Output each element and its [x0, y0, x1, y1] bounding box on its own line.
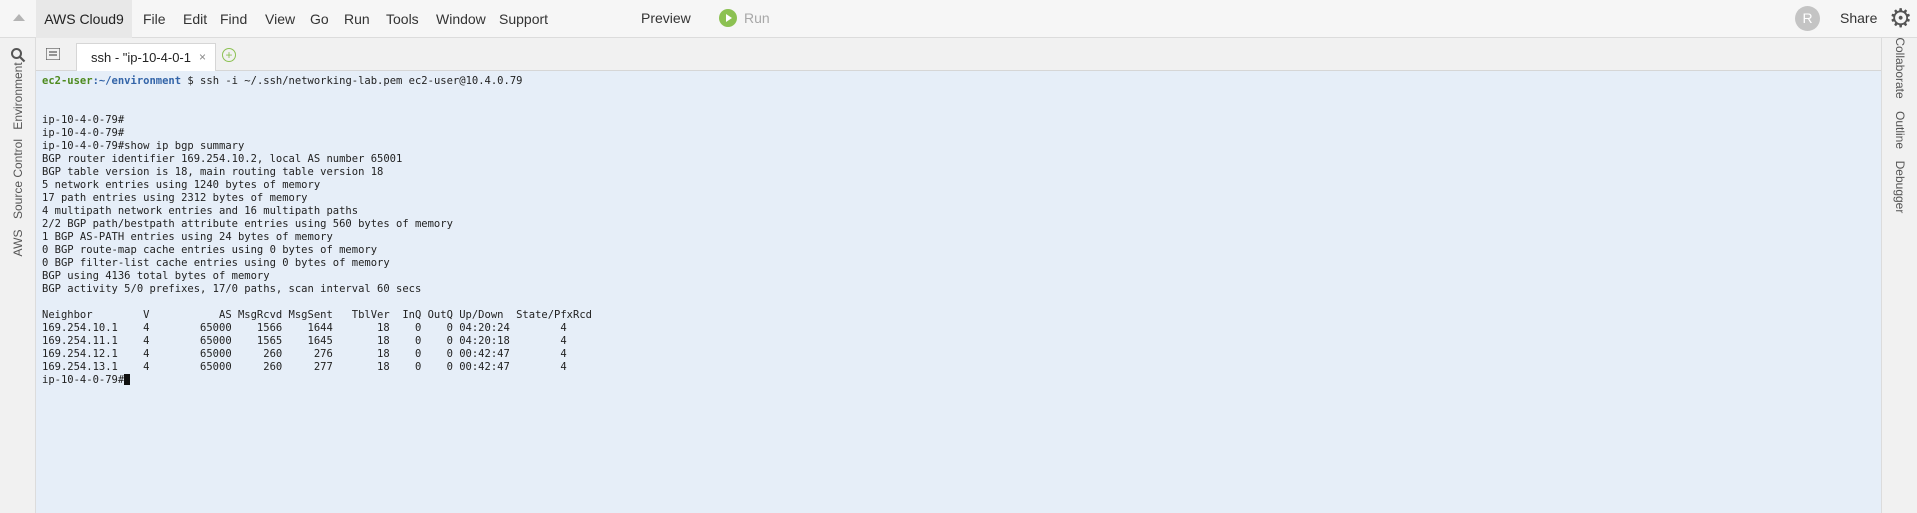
terminal-line: 0 BGP route-map cache entries using 0 by… [42, 244, 378, 256]
left-side-panel: Environment Source Control AWS [0, 38, 36, 513]
menu-tools[interactable]: Tools [386, 0, 419, 38]
prompt-user: ec2-user [42, 75, 93, 87]
menu-view[interactable]: View [265, 0, 295, 38]
terminal-cursor [124, 374, 131, 385]
terminal-line: ip-10-4-0-79# [42, 127, 125, 139]
ssh-command: $ ssh -i ~/.ssh/networking-lab.pem ec2-u… [181, 75, 523, 87]
terminal-prompt-line: ip-10-4-0-79# [42, 374, 131, 387]
terminal-line: BGP table version is 18, main routing ta… [42, 166, 384, 178]
tab-terminal-ssh[interactable]: ssh - "ip-10-4-0-1 × [76, 43, 216, 71]
tab-collaborate[interactable]: Collaborate [1893, 37, 1907, 98]
tab-outline[interactable]: Outline [1893, 111, 1907, 149]
terminal-command-line: ec2-user:~/environment $ ssh -i ~/.ssh/n… [42, 75, 522, 88]
search-icon[interactable] [10, 47, 26, 63]
terminal-line: 1 BGP AS-PATH entries using 24 bytes of … [42, 231, 333, 243]
terminal-line: ip-10-4-0-79#show ip bgp summary [42, 140, 245, 152]
terminal-line: ip-10-4-0-79# [42, 114, 125, 126]
collapse-menu-icon[interactable] [13, 14, 25, 21]
menu-find[interactable]: Find [220, 0, 247, 38]
menu-run[interactable]: Run [344, 0, 370, 38]
terminal-line: BGP using 4136 total bytes of memory [42, 270, 270, 282]
terminal-line: 4 multipath network entries and 16 multi… [42, 205, 359, 217]
prompt-path: :~/environment [92, 75, 182, 87]
terminal-line: 169.254.11.1 4 65000 1565 1645 18 0 0 04… [42, 335, 567, 347]
preview-button[interactable]: Preview [641, 0, 691, 36]
terminal-panel[interactable]: ec2-user:~/environment $ ssh -i ~/.ssh/n… [36, 71, 1881, 513]
menu-edit[interactable]: Edit [183, 0, 207, 38]
terminal-line: 2/2 BGP path/bestpath attribute entries … [42, 218, 453, 230]
gear-icon[interactable]: ⚙ [1889, 3, 1912, 33]
tab-list-icon[interactable] [46, 48, 60, 60]
terminal-line: 169.254.13.1 4 65000 260 277 18 0 0 00:4… [42, 361, 567, 373]
terminal-line: 169.254.10.1 4 65000 1566 1644 18 0 0 04… [42, 322, 567, 334]
menu-window[interactable]: Window [436, 0, 486, 38]
right-side-panel: Collaborate Outline Debugger [1881, 37, 1917, 513]
tab-source-control[interactable]: Source Control [11, 139, 25, 219]
run-button[interactable]: Run [744, 0, 770, 36]
menu-bar: AWS Cloud9 File Edit Find View Go Run To… [0, 0, 1917, 38]
add-tab-icon[interactable]: + [222, 48, 236, 62]
terminal-line: 5 network entries using 1240 bytes of me… [42, 179, 321, 191]
terminal-line: 0 BGP filter-list cache entries using 0 … [42, 257, 390, 269]
menu-go[interactable]: Go [310, 0, 329, 38]
terminal-line: Neighbor V AS MsgRcvd MsgSent TblVer InQ… [42, 309, 592, 321]
terminal-line: 17 path entries using 2312 bytes of memo… [42, 192, 308, 204]
terminal-line: BGP activity 5/0 prefixes, 17/0 paths, s… [42, 283, 422, 295]
final-prompt: ip-10-4-0-79# [42, 374, 125, 386]
tab-environment[interactable]: Environment [11, 62, 25, 129]
close-icon[interactable]: × [199, 44, 206, 71]
tab-aws[interactable]: AWS [11, 230, 25, 257]
terminal-line: 169.254.12.1 4 65000 260 276 18 0 0 00:4… [42, 348, 567, 360]
run-icon[interactable] [719, 9, 737, 27]
share-button[interactable]: Share [1840, 0, 1877, 36]
aws-cloud9-menu[interactable]: AWS Cloud9 [36, 0, 132, 38]
tab-debugger[interactable]: Debugger [1893, 161, 1907, 214]
menu-file[interactable]: File [143, 0, 166, 38]
user-avatar[interactable]: R [1795, 6, 1820, 31]
editor-tab-bar: ssh - "ip-10-4-0-1 × + [36, 38, 1881, 71]
menu-support[interactable]: Support [499, 0, 548, 38]
terminal-line: BGP router identifier 169.254.10.2, loca… [42, 153, 403, 165]
tab-title: ssh - "ip-10-4-0-1 [91, 50, 191, 65]
